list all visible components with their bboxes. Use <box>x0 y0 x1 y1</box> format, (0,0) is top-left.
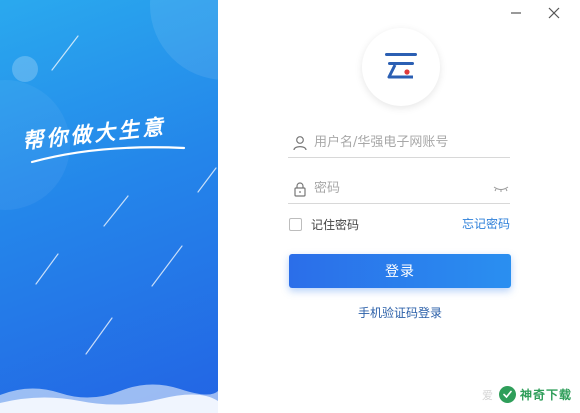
username-field <box>288 128 510 158</box>
password-input[interactable] <box>314 181 492 196</box>
watermark-brand: 神奇下载 <box>519 388 572 402</box>
login-button[interactable]: 登录 <box>289 254 511 288</box>
close-button[interactable] <box>542 2 566 24</box>
password-field <box>288 174 510 204</box>
minimize-icon <box>511 12 521 14</box>
login-banner: 帮你做大生意 <box>0 0 218 413</box>
close-icon <box>548 7 560 19</box>
watermark-logo-icon <box>498 386 516 403</box>
remember-password-label: 记住密码 <box>311 218 360 232</box>
minimize-button[interactable] <box>504 2 528 24</box>
watermark-faint-text: 爱 <box>481 388 493 402</box>
eye-closed-icon <box>493 186 509 192</box>
remember-password[interactable]: 记住密码 <box>289 216 359 233</box>
remember-password-checkbox[interactable] <box>289 218 302 231</box>
username-input[interactable] <box>314 135 510 150</box>
user-icon <box>290 133 310 153</box>
banner-streaks <box>35 35 217 355</box>
app-logo-icon <box>385 53 417 79</box>
slogan-underline <box>30 146 186 164</box>
app-logo <box>362 28 440 106</box>
forgot-password-link[interactable]: 忘记密码 <box>462 215 510 232</box>
banner-waves <box>0 384 218 413</box>
lock-icon <box>290 179 310 199</box>
watermark: 爱 神奇下载 <box>482 386 572 403</box>
sms-login-link[interactable]: 手机验证码登录 <box>289 304 511 321</box>
show-password-toggle[interactable] <box>492 183 510 195</box>
